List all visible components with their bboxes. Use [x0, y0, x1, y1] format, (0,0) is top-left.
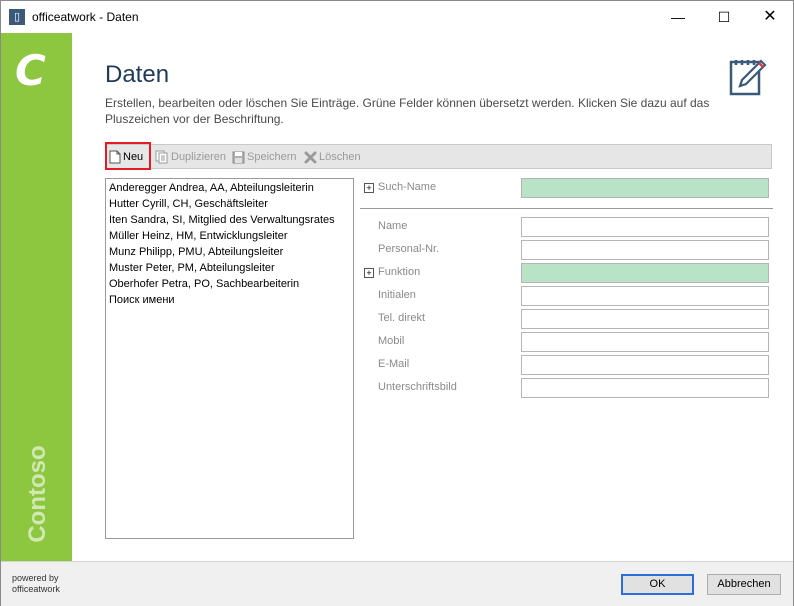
entry-list[interactable]: Anderegger Andrea, AA, Abteilungsleiteri… [105, 178, 354, 539]
list-item[interactable]: Munz Philipp, PMU, Abteilungsleiter [109, 244, 283, 260]
search-name-input[interactable] [521, 178, 769, 198]
powered-by-line: powered by [12, 573, 59, 583]
email-label: E-Mail [378, 358, 410, 370]
brand-name: Contoso [24, 445, 51, 543]
list-item[interactable]: Hutter Cyrill, CH, Geschäftsleiter [109, 196, 268, 212]
signature-image-label: Unterschriftsbild [378, 381, 457, 393]
page-description: Erstellen, bearbeiten oder löschen Sie E… [105, 96, 710, 126]
expand-translation-icon[interactable]: + [364, 268, 374, 278]
name-row: Name [363, 217, 769, 237]
email-row: E-Mail [363, 355, 769, 375]
personnel-number-row: Personal-Nr. [363, 240, 769, 260]
powered-by-brand: officeatwork [12, 584, 60, 594]
minimize-button[interactable]: — [655, 1, 701, 33]
toolbar: Neu Duplizieren Speichern Löschen [105, 144, 772, 169]
dialog-window: ▯ officeatwork - Daten — ☐ ✕ C Contoso D… [0, 0, 794, 606]
new-button-highlight [105, 142, 151, 170]
cancel-button[interactable]: Abbrechen [707, 574, 781, 595]
save-button[interactable]: Speichern [232, 148, 297, 166]
list-item[interactable]: Anderegger Andrea, AA, Abteilungsleiteri… [109, 180, 314, 196]
initials-row: Initialen [363, 286, 769, 306]
ok-button[interactable]: OK [621, 574, 694, 595]
direct-phone-row: Tel. direkt [363, 309, 769, 329]
edit-document-icon [729, 59, 767, 96]
list-item[interactable]: Oberhofer Petra, PO, Sachbearbeiterin [109, 276, 299, 292]
duplicate-icon [155, 150, 168, 164]
list-item[interactable]: Iten Sandra, SI, Mitglied des Verwaltung… [109, 212, 335, 228]
function-input[interactable] [521, 263, 769, 283]
mobile-input[interactable] [521, 332, 769, 352]
document-icon: ▯ [9, 9, 25, 25]
close-button[interactable]: ✕ [747, 1, 793, 33]
mobile-row: Mobil [363, 332, 769, 352]
window-title: officeatwork - Daten [32, 10, 139, 24]
initials-label: Initialen [378, 289, 416, 301]
search-name-label: Such-Name [378, 181, 437, 193]
footer-bar: powered by officeatwork OK Abbrechen [1, 561, 793, 606]
direct-phone-label: Tel. direkt [378, 312, 426, 324]
brand-logo: C [15, 46, 46, 95]
personnel-number-label: Personal-Nr. [378, 243, 440, 255]
direct-phone-input[interactable] [521, 309, 769, 329]
function-label: Funktion [378, 266, 421, 278]
initials-input[interactable] [521, 286, 769, 306]
form-divider [360, 208, 773, 209]
signature-image-input[interactable] [521, 378, 769, 398]
list-item[interactable]: Поиск имени [109, 292, 175, 308]
expand-translation-icon[interactable]: + [364, 183, 374, 193]
brand-sidebar: C Contoso [1, 33, 72, 561]
duplicate-label: Duplizieren [171, 151, 227, 163]
function-row: + Funktion [363, 263, 769, 283]
powered-by-text: powered by officeatwork [12, 573, 60, 595]
mobile-label: Mobil [378, 335, 405, 347]
search-name-row: + Such-Name [363, 178, 769, 198]
save-label: Speichern [247, 151, 297, 163]
delete-label: Löschen [319, 151, 361, 163]
list-item[interactable]: Müller Heinz, HM, Entwicklungsleiter [109, 228, 288, 244]
email-input[interactable] [521, 355, 769, 375]
list-item[interactable]: Muster Peter, PM, Abteilungsleiter [109, 260, 275, 276]
delete-icon [304, 151, 317, 163]
delete-button[interactable]: Löschen [304, 148, 361, 166]
maximize-button[interactable]: ☐ [701, 1, 747, 33]
title-bar[interactable]: ▯ officeatwork - Daten — ☐ ✕ [1, 1, 793, 33]
personnel-number-input[interactable] [521, 240, 769, 260]
name-input[interactable] [521, 217, 769, 237]
signature-image-row: Unterschriftsbild [363, 378, 769, 398]
name-label: Name [378, 220, 408, 232]
save-icon [232, 151, 245, 163]
duplicate-button[interactable]: Duplizieren [155, 148, 226, 166]
page-title: Daten [105, 61, 170, 88]
